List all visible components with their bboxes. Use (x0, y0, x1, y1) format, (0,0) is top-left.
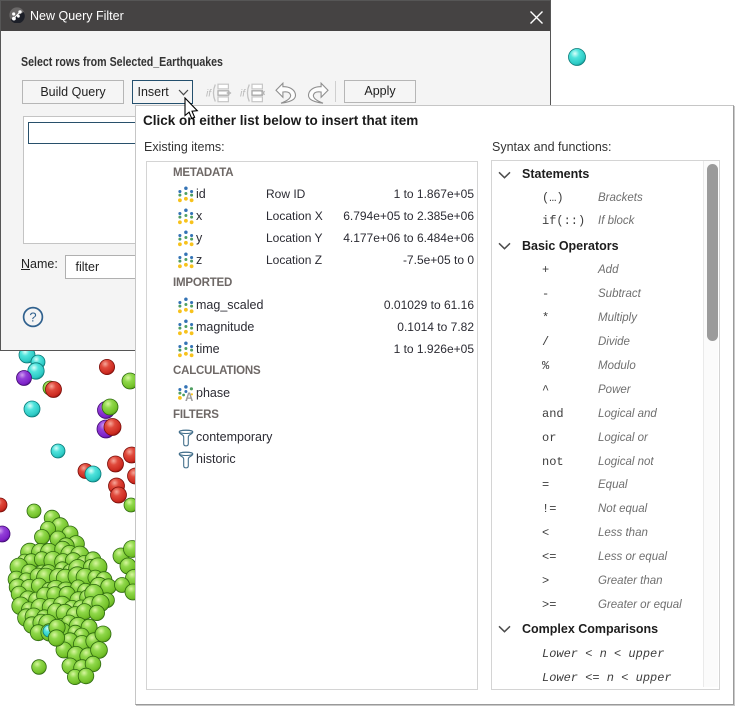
svg-text:if: if (206, 88, 212, 99)
svg-text:if: if (240, 88, 246, 99)
svg-text:?: ? (29, 310, 36, 325)
svg-text:A: A (185, 391, 193, 402)
